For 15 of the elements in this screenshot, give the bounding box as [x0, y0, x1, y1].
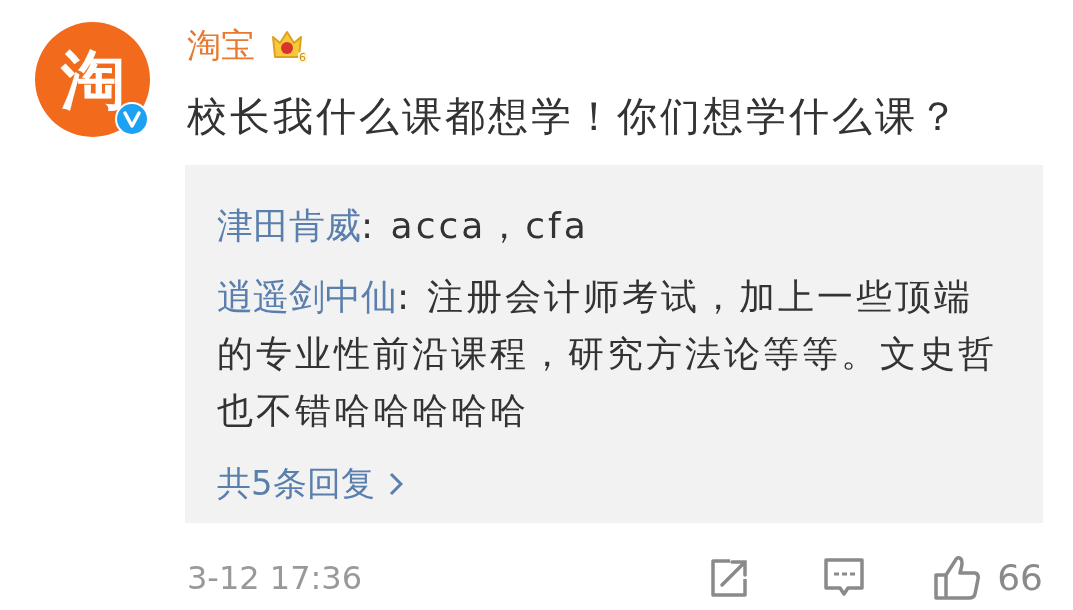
like-count: 66: [997, 560, 1043, 596]
reply-text: 逍遥剑中仙: 注册会计师考试，加上一些顶端的专业性前沿课程，研究方法论等等。文史哲也不错哈哈哈哈哈: [217, 275, 998, 433]
like-icon[interactable]: [933, 555, 982, 601]
avatar[interactable]: 淘: [35, 22, 150, 137]
avatar-logo-text: 淘: [60, 47, 125, 112]
chevron-right-icon: [388, 471, 403, 496]
username[interactable]: 淘宝: [187, 28, 255, 62]
reply-text: 津田肯威: acca，cfa: [217, 204, 590, 248]
timestamp: 3-12 17:36: [187, 562, 362, 594]
more-replies-link[interactable]: 共5条回复: [217, 455, 403, 512]
reply-username[interactable]: 逍遥剑中仙: [217, 276, 397, 317]
level-number: 6: [298, 52, 307, 63]
reply-username[interactable]: 津田肯威: [217, 205, 361, 246]
comment-icon[interactable]: [823, 557, 866, 599]
comment-text: 校长我什么课都想学！你们想学什么课？: [187, 96, 961, 136]
